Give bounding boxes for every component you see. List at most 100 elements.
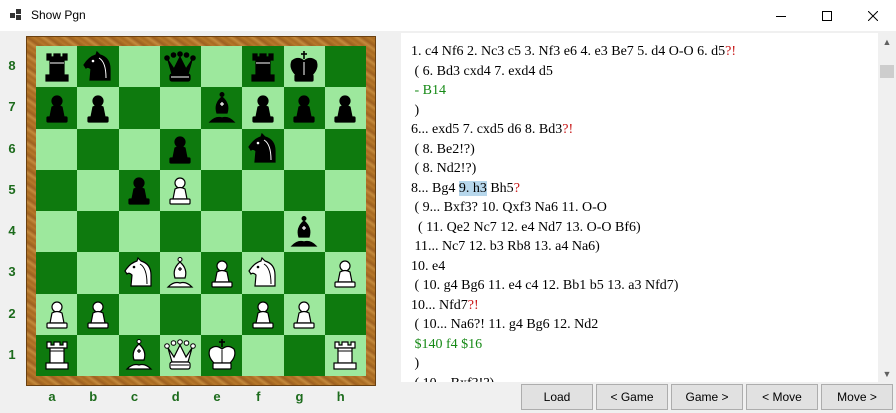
square-e8[interactable] (201, 46, 243, 88)
square-c6[interactable] (118, 128, 160, 170)
square-e3[interactable] (201, 252, 243, 294)
square-d5[interactable] (159, 169, 201, 211)
square-e5[interactable] (201, 169, 243, 211)
white-knight-icon[interactable] (121, 255, 157, 291)
square-h4[interactable] (324, 211, 366, 253)
black-pawn-icon[interactable] (245, 90, 281, 126)
pgn-text-panel[interactable]: 1. c4 Nf6 2. Nc3 c5 3. Nf3 e6 4. e3 Be7 … (401, 33, 878, 382)
white-rook-icon[interactable] (327, 337, 363, 373)
square-g7[interactable] (283, 87, 325, 129)
square-a4[interactable] (36, 211, 78, 253)
black-rook-icon[interactable] (39, 49, 75, 85)
square-g1[interactable] (283, 334, 325, 376)
square-e6[interactable] (201, 128, 243, 170)
square-d8[interactable] (159, 46, 201, 88)
square-e7[interactable] (201, 87, 243, 129)
square-c2[interactable] (118, 293, 160, 335)
square-g5[interactable] (283, 169, 325, 211)
square-h8[interactable] (324, 46, 366, 88)
square-c4[interactable] (118, 211, 160, 253)
square-d6[interactable] (159, 128, 201, 170)
previous-game-button[interactable]: < Game (596, 384, 668, 410)
square-f5[interactable] (242, 169, 284, 211)
scrollbar-thumb[interactable] (880, 65, 894, 78)
white-pawn-icon[interactable] (80, 296, 116, 332)
square-a1[interactable] (36, 334, 78, 376)
square-b2[interactable] (77, 293, 119, 335)
square-e1[interactable] (201, 334, 243, 376)
square-b7[interactable] (77, 87, 119, 129)
square-c1[interactable] (118, 334, 160, 376)
next-move-button[interactable]: Move > (821, 384, 893, 410)
black-pawn-icon[interactable] (162, 131, 198, 167)
white-bishop-icon[interactable] (162, 255, 198, 291)
current-move[interactable]: 9. h3 (458, 180, 487, 196)
square-f3[interactable] (242, 252, 284, 294)
square-f4[interactable] (242, 211, 284, 253)
square-h5[interactable] (324, 169, 366, 211)
square-a3[interactable] (36, 252, 78, 294)
square-f7[interactable] (242, 87, 284, 129)
black-pawn-icon[interactable] (80, 90, 116, 126)
square-g3[interactable] (283, 252, 325, 294)
chess-board[interactable] (36, 46, 366, 376)
square-b5[interactable] (77, 169, 119, 211)
square-h7[interactable] (324, 87, 366, 129)
black-pawn-icon[interactable] (327, 90, 363, 126)
square-h6[interactable] (324, 128, 366, 170)
square-g4[interactable] (283, 211, 325, 253)
white-king-icon[interactable] (204, 337, 240, 373)
white-rook-icon[interactable] (39, 337, 75, 373)
square-b8[interactable] (77, 46, 119, 88)
white-pawn-icon[interactable] (39, 296, 75, 332)
square-d2[interactable] (159, 293, 201, 335)
square-b3[interactable] (77, 252, 119, 294)
black-pawn-icon[interactable] (39, 90, 75, 126)
next-game-button[interactable]: Game > (671, 384, 743, 410)
white-pawn-icon[interactable] (286, 296, 322, 332)
square-g6[interactable] (283, 128, 325, 170)
square-d1[interactable] (159, 334, 201, 376)
white-pawn-icon[interactable] (204, 255, 240, 291)
square-b1[interactable] (77, 334, 119, 376)
square-f1[interactable] (242, 334, 284, 376)
square-b4[interactable] (77, 211, 119, 253)
square-d7[interactable] (159, 87, 201, 129)
close-button[interactable] (850, 0, 896, 31)
minimize-button[interactable] (758, 0, 804, 31)
square-a7[interactable] (36, 87, 78, 129)
white-queen-icon[interactable] (162, 337, 198, 373)
black-bishop-icon[interactable] (286, 214, 322, 250)
white-pawn-icon[interactable] (327, 255, 363, 291)
white-knight-icon[interactable] (245, 255, 281, 291)
square-b6[interactable] (77, 128, 119, 170)
pgn-scrollbar[interactable]: ▲ ▼ (878, 33, 896, 382)
black-knight-icon[interactable] (245, 131, 281, 167)
maximize-button[interactable] (804, 0, 850, 31)
square-f2[interactable] (242, 293, 284, 335)
square-h3[interactable] (324, 252, 366, 294)
previous-move-button[interactable]: < Move (746, 384, 818, 410)
square-c5[interactable] (118, 169, 160, 211)
black-pawn-icon[interactable] (286, 90, 322, 126)
square-a5[interactable] (36, 169, 78, 211)
square-c8[interactable] (118, 46, 160, 88)
scroll-up-icon[interactable]: ▲ (878, 33, 896, 50)
white-pawn-icon[interactable] (245, 296, 281, 332)
square-a2[interactable] (36, 293, 78, 335)
white-bishop-icon[interactable] (121, 337, 157, 373)
white-pawn-icon[interactable] (162, 172, 198, 208)
black-pawn-icon[interactable] (121, 172, 157, 208)
scroll-down-icon[interactable]: ▼ (878, 365, 896, 382)
black-rook-icon[interactable] (245, 49, 281, 85)
square-g2[interactable] (283, 293, 325, 335)
square-h2[interactable] (324, 293, 366, 335)
square-e2[interactable] (201, 293, 243, 335)
black-knight-icon[interactable] (80, 49, 116, 85)
square-e4[interactable] (201, 211, 243, 253)
black-queen-icon[interactable] (162, 49, 198, 85)
load-button[interactable]: Load (521, 384, 593, 410)
square-c3[interactable] (118, 252, 160, 294)
square-a6[interactable] (36, 128, 78, 170)
square-f6[interactable] (242, 128, 284, 170)
